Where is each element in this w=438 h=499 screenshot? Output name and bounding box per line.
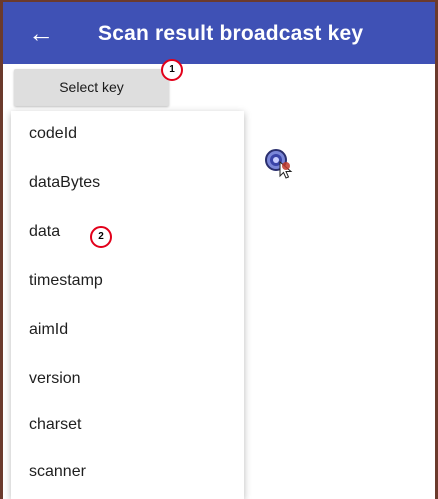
app-bar: ← Scan result broadcast key bbox=[3, 2, 435, 64]
select-key-button[interactable]: Select key bbox=[14, 69, 169, 106]
menu-item-data[interactable]: data bbox=[11, 209, 244, 257]
menu-item-label: timestamp bbox=[29, 272, 103, 289]
back-arrow-icon[interactable]: ← bbox=[21, 15, 61, 55]
step-badge-2: 2 bbox=[90, 226, 112, 248]
menu-item-databytes[interactable]: dataBytes bbox=[11, 160, 244, 208]
page-title: Scan result broadcast key bbox=[98, 22, 364, 45]
menu-item-aimid[interactable]: aimId bbox=[11, 307, 244, 355]
key-dropdown-menu: codeId dataBytes data timestamp aimId ve… bbox=[11, 111, 244, 499]
step-badge-1: 1 bbox=[161, 59, 183, 81]
menu-item-label: version bbox=[29, 370, 81, 387]
touch-cursor-icon bbox=[265, 149, 293, 179]
menu-item-label: data bbox=[29, 223, 61, 240]
menu-item-codeid[interactable]: codeId bbox=[11, 111, 244, 159]
menu-item-scanner[interactable]: scanner bbox=[11, 449, 244, 497]
menu-item-charset[interactable]: charset bbox=[11, 402, 244, 450]
menu-item-label: aimId bbox=[29, 321, 69, 338]
menu-item-timestamp[interactable]: timestamp bbox=[11, 258, 244, 306]
menu-item-label: codeId bbox=[29, 125, 78, 142]
menu-item-label: scanner bbox=[29, 463, 86, 480]
menu-item-label: charset bbox=[29, 416, 82, 433]
menu-item-version[interactable]: version bbox=[11, 356, 244, 404]
menu-item-label: dataBytes bbox=[29, 174, 101, 191]
